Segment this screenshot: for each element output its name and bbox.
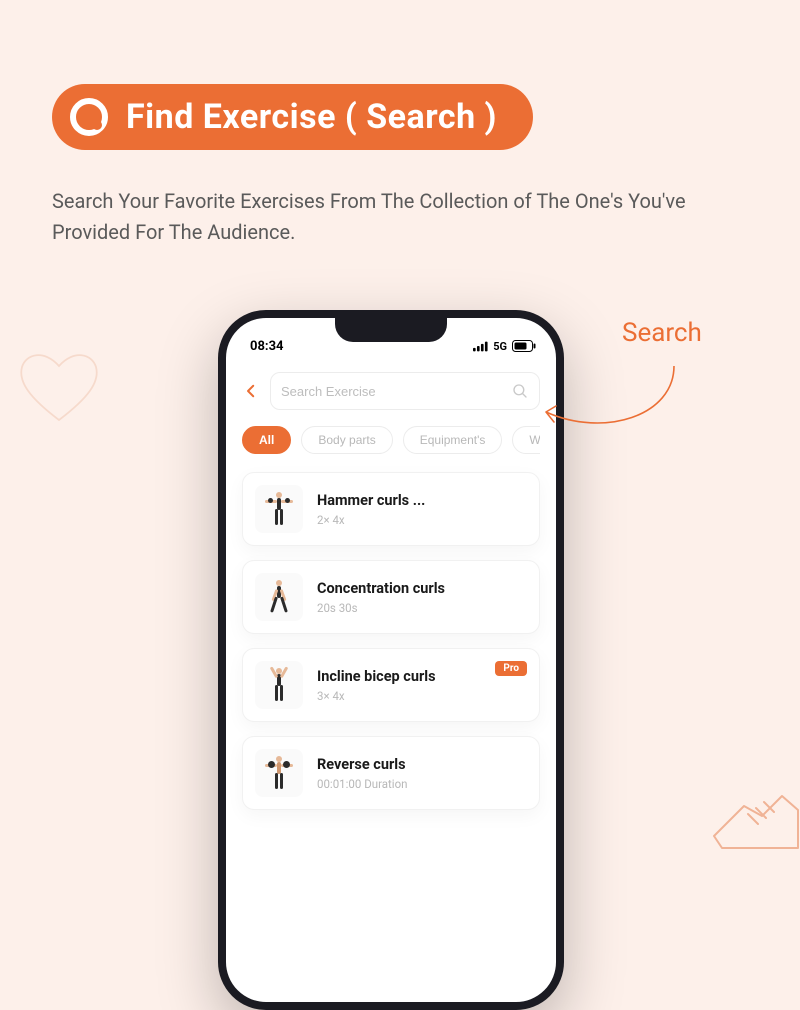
exercise-subtitle: 00:01:00 Duration — [317, 777, 527, 791]
exercise-item[interactable]: Reverse curls 00:01:00 Duration — [242, 736, 540, 810]
exercise-item[interactable]: Hammer curls ... 2× 4x — [242, 472, 540, 546]
callout-label: Search — [622, 318, 702, 348]
exercise-thumb-icon — [255, 661, 303, 709]
filter-chip-more[interactable]: W — [512, 426, 540, 454]
search-icon[interactable] — [511, 382, 529, 400]
back-chevron-icon[interactable] — [242, 382, 260, 400]
exercise-title: Reverse curls — [317, 756, 527, 773]
filter-chip-equipments[interactable]: Equipment's — [403, 426, 503, 454]
exercise-thumb-icon — [255, 573, 303, 621]
exercise-title: Hammer curls ... — [317, 492, 527, 509]
exercise-subtitle: 20s 30s — [317, 601, 527, 615]
filter-chip-row: All Body parts Equipment's W — [242, 426, 540, 454]
exercise-item[interactable]: Incline bicep curls 3× 4x Pro — [242, 648, 540, 722]
status-network: 5G — [493, 340, 507, 353]
exercise-thumb-icon — [255, 485, 303, 533]
shoe-decoration-icon — [704, 766, 800, 862]
exercise-title: Incline bicep curls — [317, 668, 481, 685]
filter-chip-bodyparts[interactable]: Body parts — [301, 426, 392, 454]
heart-decoration-icon — [16, 348, 102, 426]
phone-notch — [335, 318, 447, 342]
status-time: 08:34 — [250, 339, 284, 354]
page-header-pill: Find Exercise ( Search ) — [52, 84, 533, 150]
page-subtitle: Search Your Favorite Exercises From The … — [52, 186, 748, 248]
search-input[interactable] — [281, 384, 503, 399]
search-badge-icon — [70, 98, 108, 136]
battery-icon — [512, 340, 536, 352]
exercise-thumb-icon — [255, 749, 303, 797]
page-title: Find Exercise ( Search ) — [126, 97, 497, 137]
exercise-subtitle: 2× 4x — [317, 513, 527, 527]
exercise-title: Concentration curls — [317, 580, 527, 597]
search-box[interactable] — [270, 372, 540, 410]
exercise-list: Hammer curls ... 2× 4x Concentration cur… — [242, 472, 540, 810]
exercise-item[interactable]: Concentration curls 20s 30s — [242, 560, 540, 634]
pro-badge: Pro — [495, 661, 527, 676]
exercise-subtitle: 3× 4x — [317, 689, 481, 703]
signal-icon — [473, 341, 488, 352]
phone-mockup: 08:34 5G — [218, 310, 564, 1010]
filter-chip-all[interactable]: All — [242, 426, 291, 454]
